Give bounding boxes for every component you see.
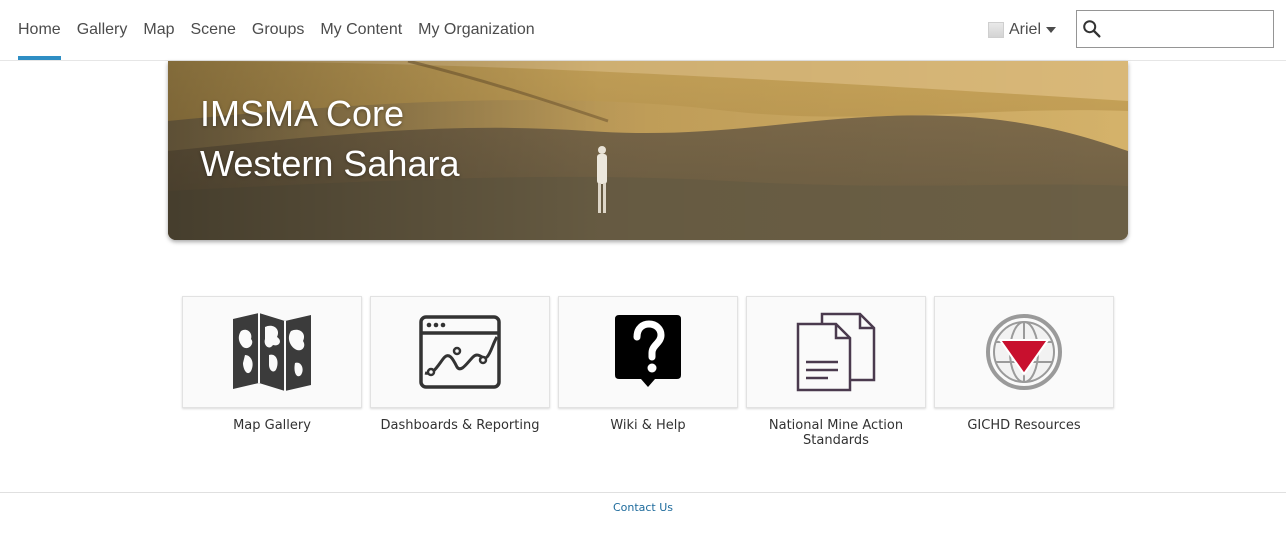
search-input[interactable] [1103,12,1269,46]
search-icon [1083,20,1101,38]
banner-title: IMSMA Core Western Sahara [200,89,459,189]
tile-dashboards-reporting[interactable]: Dashboards & Reporting [370,296,550,433]
banner-title-line2: Western Sahara [200,143,460,184]
documents-icon [796,312,876,392]
hero-banner: IMSMA Core Western Sahara [168,61,1128,240]
help-question-icon [615,315,681,387]
tile-map-gallery[interactable]: Map Gallery [182,296,362,433]
tile-label: Wiki & Help [610,418,686,433]
tile-label: Map Gallery [233,418,311,433]
tile-national-mine-action-standards[interactable]: National Mine Action Standards [746,296,926,448]
tile-gichd-resources[interactable]: GICHD Resources [934,296,1114,433]
dashboard-chart-icon [419,315,501,389]
tile-wiki-help[interactable]: Wiki & Help [558,296,738,433]
user-menu[interactable]: Ariel [988,18,1057,42]
footer: Contact Us [0,492,1286,536]
tile-card[interactable] [746,296,926,408]
caret-down-icon [1046,27,1057,33]
nav-my-content[interactable]: My Content [320,0,402,60]
user-name: Ariel [1009,21,1042,38]
tile-card[interactable] [934,296,1114,408]
gichd-globe-icon [986,314,1062,390]
folded-map-icon [233,313,311,391]
nav-groups[interactable]: Groups [252,0,304,60]
nav-gallery[interactable]: Gallery [77,0,128,60]
nav-my-organization[interactable]: My Organization [418,0,535,60]
tile-label: National Mine Action Standards [768,418,904,448]
tile-card[interactable] [370,296,550,408]
top-navigation: Home Gallery Map Scene Groups My Content… [0,0,1286,61]
user-avatar-icon [988,22,1004,38]
nav-map[interactable]: Map [143,0,174,60]
search-box[interactable] [1076,10,1274,48]
tile-label: GICHD Resources [967,418,1081,433]
app-tiles: Map Gallery Dashboards & Reporting Wiki … [182,296,1122,456]
tile-label: Dashboards & Reporting [380,418,540,433]
contact-us-link[interactable]: Contact Us [613,501,673,514]
nav-scene[interactable]: Scene [191,0,236,60]
banner-title-line1: IMSMA Core [200,93,405,134]
nav-links: Home Gallery Map Scene Groups My Content… [18,0,551,60]
tile-card[interactable] [182,296,362,408]
tile-card[interactable] [558,296,738,408]
nav-home[interactable]: Home [18,0,61,60]
